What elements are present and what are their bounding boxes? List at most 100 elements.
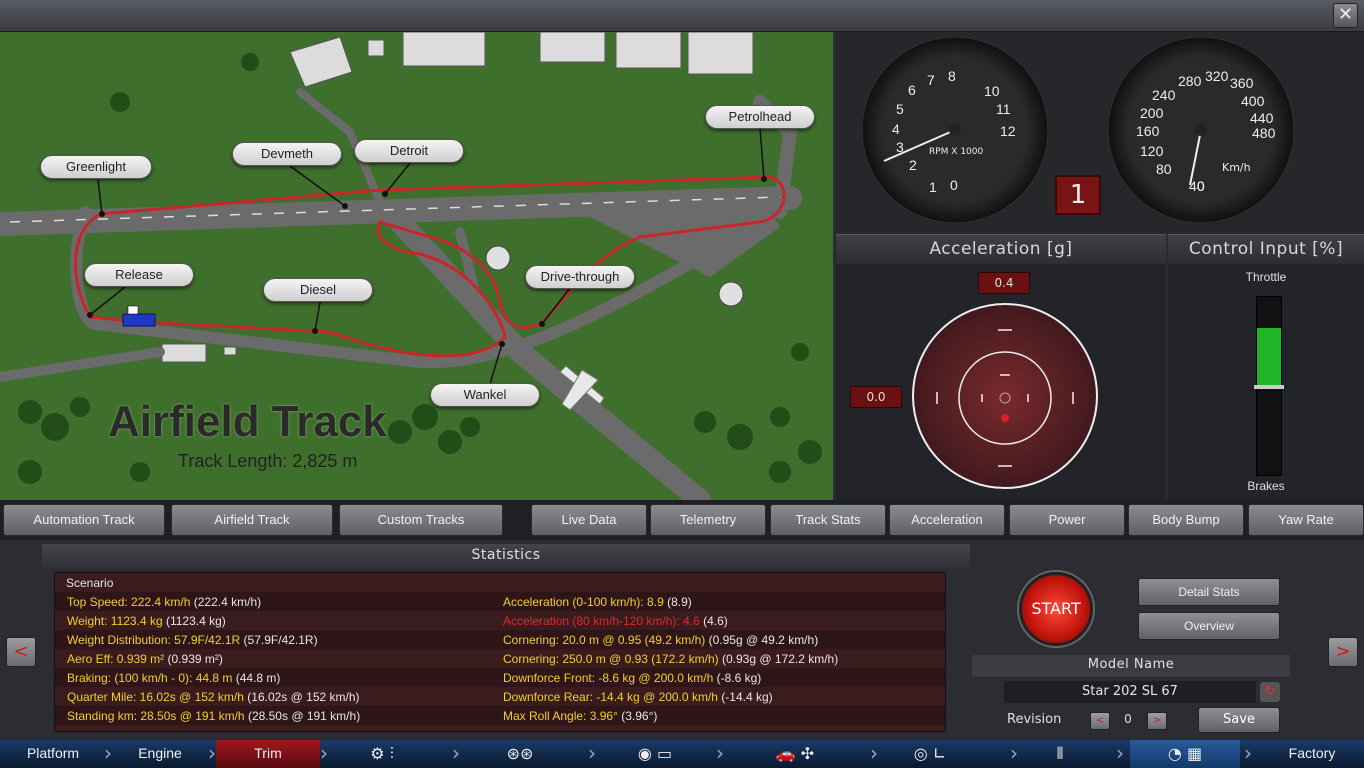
tab-bar: Automation Track Airfield Track Custom T… xyxy=(0,500,1364,540)
statistics-header: Statistics xyxy=(42,544,970,568)
chevron-right-icon: › xyxy=(320,741,328,765)
stat-value: Aero Eff: 0.939 m² xyxy=(67,652,165,666)
tab-body-bump[interactable]: Body Bump xyxy=(1128,504,1244,536)
stat-line: Max Roll Angle: 3.96° (3.96°) xyxy=(503,709,657,723)
stat-value: Weight: 1123.4 kg xyxy=(67,614,163,628)
throttle-label: Throttle xyxy=(1245,270,1287,284)
chevron-right-icon: › xyxy=(1116,741,1124,765)
revision-value: 0 xyxy=(1124,712,1132,726)
close-button[interactable]: ✕ xyxy=(1333,3,1358,28)
chevron-right-icon: › xyxy=(716,741,724,765)
map-label-detroit: Detroit xyxy=(354,139,464,163)
throttle-marker xyxy=(1254,385,1284,389)
nav-testing-icon[interactable]: ◔ ▦ xyxy=(1130,740,1240,768)
chevron-right-icon: › xyxy=(1244,741,1252,765)
refresh-icon[interactable]: ↻ xyxy=(1260,682,1280,702)
map-label-greenlight: Greenlight xyxy=(40,155,152,179)
model-name-field[interactable]: Star 202 SL 67 xyxy=(1004,681,1256,703)
stat-line: Top Speed: 222.4 km/h (222.4 km/h) xyxy=(67,595,261,609)
stat-reference: (4.6) xyxy=(703,614,728,628)
nav-tuning-icon[interactable]: ⫴ xyxy=(1020,740,1100,768)
stat-line: Braking: (100 km/h - 0): 44.8 m (44.8 m) xyxy=(67,671,280,685)
stat-reference: (8.9) xyxy=(667,595,692,609)
stat-line: Acceleration (0-100 km/h): 8.9 (8.9) xyxy=(503,595,692,609)
nav-interior-icon[interactable]: ◎ ∟ xyxy=(880,740,980,768)
map-label-petrolhead: Petrolhead xyxy=(705,105,815,129)
rpm-needle xyxy=(883,124,961,162)
scenario-label: Scenario xyxy=(66,576,114,590)
tab-power[interactable]: Power xyxy=(1009,504,1125,536)
map-label-wankel: Wankel xyxy=(430,383,540,407)
tab-telemetry[interactable]: Telemetry xyxy=(650,504,766,536)
tab-live-data[interactable]: Live Data xyxy=(531,504,647,536)
tab-yaw-rate[interactable]: Yaw Rate xyxy=(1248,504,1364,536)
next-button[interactable]: > xyxy=(1328,637,1358,667)
stat-line: Aero Eff: 0.939 m² (0.939 m²) xyxy=(67,652,223,666)
stat-line: Standing km: 28.50s @ 191 km/h (28.50s @… xyxy=(67,709,360,723)
stat-value: Downforce Front: -8.6 kg @ 200.0 km/h xyxy=(503,671,714,685)
start-button[interactable]: START xyxy=(1019,572,1093,646)
overview-button[interactable]: Overview xyxy=(1138,612,1280,640)
stat-line: Acceleration (80 km/h-120 km/h): 4.6 (4.… xyxy=(503,614,728,628)
stat-value: Cornering: 250.0 m @ 0.93 (172.2 km/h) xyxy=(503,652,719,666)
stat-reference: (-8.6 kg) xyxy=(716,671,762,685)
stat-reference: (-14.4 kg) xyxy=(721,690,773,704)
rpm-gauge: 1 2 3 4 5 6 7 8 10 11 12 0 RPM X 1000 xyxy=(862,37,1048,223)
prev-button[interactable]: < xyxy=(6,637,36,667)
tab-acceleration[interactable]: Acceleration xyxy=(889,504,1005,536)
speed-gauge: 40 80 120 160 200 240 280 320 360 400 44… xyxy=(1108,37,1294,223)
stat-reference: (222.4 km/h) xyxy=(193,595,262,609)
stat-value: Acceleration (80 km/h-120 km/h): 4.6 xyxy=(503,614,700,628)
stat-value: Top Speed: 222.4 km/h xyxy=(67,595,191,609)
save-button[interactable]: Save xyxy=(1198,707,1280,733)
nav-suspension-icon[interactable]: ⊛⊛ xyxy=(470,740,570,768)
stat-line: Weight Distribution: 57.9F/42.1R (57.9F/… xyxy=(67,633,318,647)
stat-line: Quarter Mile: 16.02s @ 152 km/h (16.02s … xyxy=(67,690,360,704)
accel-long-value: 0.4 xyxy=(978,272,1030,294)
stat-line: Cornering: 250.0 m @ 0.93 (172.2 km/h) (… xyxy=(503,652,838,666)
tab-custom-tracks[interactable]: Custom Tracks xyxy=(339,504,503,536)
tab-track-stats[interactable]: Track Stats xyxy=(770,504,886,536)
stat-reference: (57.9F/42.1R) xyxy=(243,633,318,647)
stat-value: Weight Distribution: 57.9F/42.1R xyxy=(67,633,241,647)
nav-chassis-icon[interactable]: ◉ ▭ xyxy=(605,740,705,768)
title-bar: ✕ xyxy=(0,0,1364,32)
stat-value: Downforce Rear: -14.4 kg @ 200.0 km/h xyxy=(503,690,718,704)
stat-line: Cornering: 20.0 m @ 0.95 (49.2 km/h) (0.… xyxy=(503,633,818,647)
model-name-header: Model Name xyxy=(972,655,1290,677)
gear-indicator: 1 xyxy=(1055,175,1101,215)
map-label-drive-through: Drive-through xyxy=(525,265,635,289)
throttle-fill xyxy=(1257,328,1281,386)
stat-reference: (28.50s @ 191 km/h) xyxy=(247,709,361,723)
nav-factory[interactable]: Factory xyxy=(1260,740,1364,768)
tab-automation-track[interactable]: Automation Track xyxy=(3,504,165,536)
stat-reference: (1123.4 kg) xyxy=(165,614,226,628)
stat-reference: (44.8 m) xyxy=(235,671,281,685)
revision-next-button[interactable]: > xyxy=(1147,712,1167,730)
speed-needle xyxy=(1189,124,1207,186)
map-label-diesel: Diesel xyxy=(263,278,373,302)
revision-prev-button[interactable]: < xyxy=(1090,712,1110,730)
chevron-right-icon: › xyxy=(452,741,460,765)
tab-airfield-track[interactable]: Airfield Track xyxy=(171,504,333,536)
g-force-rings xyxy=(936,329,1074,467)
track-length: Track Length: 2,825 m xyxy=(178,451,358,471)
nav-platform[interactable]: Platform xyxy=(0,740,106,768)
revision-label: Revision xyxy=(1007,712,1062,727)
nav-trim[interactable]: Trim xyxy=(216,740,320,768)
detail-stats-button[interactable]: Detail Stats xyxy=(1138,578,1280,606)
stat-reference: (16.02s @ 152 km/h) xyxy=(247,690,360,704)
track-map: Greenlight Devmeth Detroit Petrolhead Re… xyxy=(0,32,833,500)
stat-reference: (0.93g @ 172.2 km/h) xyxy=(721,652,839,666)
track-title: Airfield Track xyxy=(108,397,387,446)
nav-engine[interactable]: Engine xyxy=(112,740,208,768)
stat-value: Acceleration (0-100 km/h): 8.9 xyxy=(503,595,664,609)
stat-line: Downforce Front: -8.6 kg @ 200.0 km/h (-… xyxy=(503,671,761,685)
stat-value: Cornering: 20.0 m @ 0.95 (49.2 km/h) xyxy=(503,633,706,647)
control-input-header: Control Input [%] xyxy=(1168,234,1364,264)
map-label-devmeth: Devmeth xyxy=(232,142,342,166)
nav-drivetrain-icon[interactable]: ⚙ ⫶ xyxy=(332,740,432,768)
stat-value: Braking: (100 km/h - 0): 44.8 m xyxy=(67,671,233,685)
stat-value: Quarter Mile: 16.02s @ 152 km/h xyxy=(67,690,244,704)
nav-body-icon[interactable]: 🚗 ✣ xyxy=(730,740,860,768)
